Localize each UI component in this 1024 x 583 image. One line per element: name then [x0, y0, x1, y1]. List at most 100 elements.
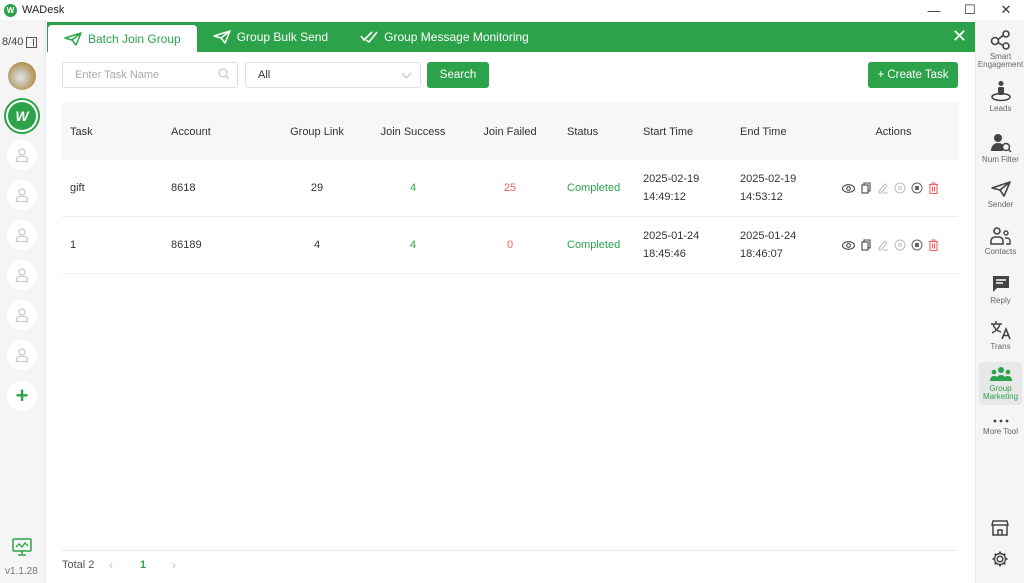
close-window-button[interactable]: ✕	[988, 0, 1024, 20]
sidebar-item-contacts[interactable]: Contacts	[979, 227, 1022, 256]
create-task-button[interactable]: + Create Task	[868, 62, 958, 88]
tab-batch-join-group[interactable]: Batch Join Group	[48, 25, 197, 52]
cell-join-success: 4	[409, 239, 417, 251]
more-dots-icon	[993, 419, 1008, 423]
user-search-icon	[990, 134, 1012, 153]
group-icon	[989, 367, 1012, 381]
view-icon[interactable]	[842, 182, 855, 195]
user-icon	[15, 308, 29, 323]
cell-start-time: 2025-01-24 18:45:46	[643, 227, 699, 263]
task-name-input[interactable]: Enter Task Name	[62, 62, 238, 88]
cell-account: 8618	[171, 182, 196, 194]
row-actions	[842, 239, 945, 252]
account-avatar[interactable]	[8, 62, 36, 90]
cell-join-failed: 25	[503, 182, 517, 194]
status-select[interactable]: All	[245, 62, 421, 88]
column-header: Join Success	[380, 125, 446, 138]
row-actions	[842, 182, 945, 195]
tab-bar: Batch Join Group Group Bulk Send Group M…	[47, 22, 975, 52]
sidebar-item-more-tool[interactable]: More Tool	[979, 417, 1022, 436]
delete-icon[interactable]	[927, 182, 940, 195]
tools-sidebar: Smart Engagement Leads Num Filter Sender…	[975, 20, 1024, 583]
search-button[interactable]: Search	[427, 62, 489, 88]
start-time: 14:49:12	[643, 191, 686, 203]
end-date: 2025-02-19	[740, 173, 797, 185]
user-icon	[15, 188, 29, 203]
paper-plane-icon	[64, 31, 82, 46]
pause-icon[interactable]	[893, 182, 906, 195]
title-bar: W WADesk — ☐ ✕	[0, 0, 1024, 20]
prev-page-button[interactable]: ‹	[109, 558, 113, 572]
page-number[interactable]: 1	[140, 559, 146, 571]
sidebar-item-reply[interactable]: Reply	[979, 274, 1022, 305]
tab-group-message-monitoring[interactable]: Group Message Monitoring	[344, 22, 545, 52]
pause-icon[interactable]	[893, 239, 906, 252]
sidebar-item-label: Sender	[987, 200, 1014, 209]
cell-group-link: 29	[310, 182, 324, 194]
end-time: 14:53:12	[740, 191, 783, 203]
sidebar-item-trans[interactable]: Trans	[979, 320, 1022, 351]
collapse-sidebar-icon[interactable]	[26, 36, 38, 48]
cell-task: 1	[70, 239, 77, 251]
empty-account-slot[interactable]	[7, 220, 37, 250]
empty-account-slot[interactable]	[7, 140, 37, 170]
account-count-label: 8/40	[2, 36, 24, 48]
app-logo-icon: W	[4, 3, 17, 17]
sidebar-item-label: More Tool	[983, 427, 1018, 436]
paper-plane-icon	[990, 181, 1011, 197]
share-nodes-icon	[990, 30, 1010, 50]
edit-icon[interactable]	[876, 182, 889, 195]
column-header: Group Link	[290, 125, 344, 138]
empty-account-slot[interactable]	[7, 260, 37, 290]
tab-label: Group Bulk Send	[236, 30, 329, 44]
next-page-button[interactable]: ›	[172, 558, 176, 572]
chat-icon	[992, 276, 1009, 292]
sidebar-item-label: Trans	[990, 342, 1011, 351]
delete-icon[interactable]	[927, 239, 940, 252]
sidebar-item-num-filter[interactable]: Num Filter	[979, 133, 1022, 164]
maximize-button[interactable]: ☐	[952, 0, 988, 20]
tab-label: Group Message Monitoring	[384, 30, 529, 44]
tab-group-bulk-send[interactable]: Group Bulk Send	[197, 22, 344, 52]
stop-icon[interactable]	[910, 182, 923, 195]
stop-icon[interactable]	[910, 239, 923, 252]
sidebar-item-group-marketing[interactable]: Group Marketing	[979, 362, 1022, 405]
app-version: v1.1.28	[5, 566, 38, 577]
cell-join-failed: 0	[506, 239, 514, 251]
chevron-down-icon	[401, 68, 412, 79]
cell-start-time: 2025-02-19 14:49:12	[643, 170, 699, 206]
sidebar-item-leads[interactable]: Leads	[979, 80, 1022, 113]
view-icon[interactable]	[842, 239, 855, 252]
add-account-button[interactable]: +	[7, 381, 37, 411]
empty-account-slot[interactable]	[7, 300, 37, 330]
double-check-icon	[360, 31, 378, 43]
column-header: Status	[567, 125, 599, 138]
close-tab-icon[interactable]: ✕	[952, 27, 967, 45]
store-icon[interactable]	[991, 519, 1009, 537]
end-time: 18:46:07	[740, 248, 783, 260]
sidebar-item-label: Reply	[990, 296, 1011, 305]
whatsapp-account-active[interactable]: W	[4, 98, 40, 134]
copy-icon[interactable]	[859, 239, 872, 252]
task-name-placeholder: Enter Task Name	[75, 69, 160, 81]
empty-account-slot[interactable]	[7, 180, 37, 210]
translate-icon	[990, 321, 1011, 340]
start-date: 2025-02-19	[643, 173, 700, 185]
cell-group-link: 4	[313, 239, 321, 251]
gear-icon[interactable]	[991, 550, 1009, 568]
user-icon	[15, 268, 29, 283]
sidebar-item-label: Group Marketing	[982, 384, 1019, 401]
contacts-icon	[989, 227, 1011, 245]
sidebar-item-label: Num Filter	[982, 155, 1019, 164]
cell-end-time: 2025-02-19 14:53:12	[740, 170, 796, 206]
sidebar-item-sender[interactable]: Sender	[979, 180, 1022, 209]
total-count: Total 2	[62, 559, 95, 571]
sidebar-item-smart-engagement[interactable]: Smart Engagement	[978, 30, 1023, 69]
edit-icon[interactable]	[876, 239, 889, 252]
copy-icon[interactable]	[859, 182, 872, 195]
minimize-button[interactable]: —	[916, 0, 952, 20]
cell-status: Completed	[567, 239, 621, 251]
empty-account-slot[interactable]	[7, 340, 37, 370]
column-header: Actions	[875, 125, 912, 138]
monitor-icon[interactable]	[12, 538, 32, 556]
